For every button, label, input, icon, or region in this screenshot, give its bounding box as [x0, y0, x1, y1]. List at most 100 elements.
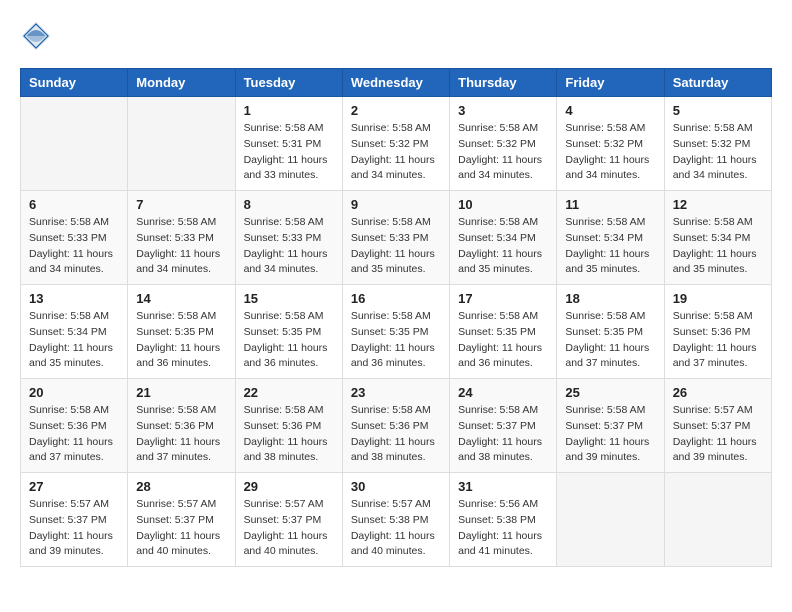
day-number: 29 — [244, 479, 334, 494]
day-number: 25 — [565, 385, 655, 400]
day-number: 9 — [351, 197, 441, 212]
logo — [20, 20, 56, 52]
day-info: Sunrise: 5:58 AM Sunset: 5:35 PM Dayligh… — [458, 309, 548, 372]
day-info: Sunrise: 5:57 AM Sunset: 5:37 PM Dayligh… — [136, 497, 226, 560]
calendar-day-cell — [21, 97, 128, 191]
calendar-day-cell — [664, 473, 771, 567]
calendar-day-cell — [557, 473, 664, 567]
calendar-weekday-header: Sunday — [21, 69, 128, 97]
day-info: Sunrise: 5:56 AM Sunset: 5:38 PM Dayligh… — [458, 497, 548, 560]
calendar-day-cell: 28 Sunrise: 5:57 AM Sunset: 5:37 PM Dayli… — [128, 473, 235, 567]
calendar-week-row: 20 Sunrise: 5:58 AM Sunset: 5:36 PM Dayli… — [21, 379, 772, 473]
calendar-day-cell: 15Sunrise: 5:58 AM Sunset: 5:35 PM Dayli… — [235, 285, 342, 379]
calendar-day-cell: 30Sunrise: 5:57 AM Sunset: 5:38 PM Dayli… — [342, 473, 449, 567]
day-number: 3 — [458, 103, 548, 118]
calendar-day-cell — [128, 97, 235, 191]
day-number: 5 — [673, 103, 763, 118]
day-info: Sunrise: 5:58 AM Sunset: 5:36 PM Dayligh… — [673, 309, 763, 372]
calendar-week-row: 27 Sunrise: 5:57 AM Sunset: 5:37 PM Dayli… — [21, 473, 772, 567]
day-info: Sunrise: 5:58 AM Sunset: 5:36 PM Dayligh… — [136, 403, 226, 466]
calendar-day-cell: 4Sunrise: 5:58 AM Sunset: 5:32 PM Daylig… — [557, 97, 664, 191]
day-info: Sunrise: 5:58 AM Sunset: 5:34 PM Dayligh… — [565, 215, 655, 278]
day-number: 2 — [351, 103, 441, 118]
calendar-day-cell: 14 Sunrise: 5:58 AM Sunset: 5:35 PM Dayli… — [128, 285, 235, 379]
day-info: Sunrise: 5:58 AM Sunset: 5:35 PM Dayligh… — [351, 309, 441, 372]
calendar-table: SundayMondayTuesdayWednesdayThursdayFrid… — [20, 68, 772, 567]
calendar-day-cell: 18 Sunrise: 5:58 AM Sunset: 5:35 PM Dayli… — [557, 285, 664, 379]
day-number: 11 — [565, 197, 655, 212]
page-header — [20, 20, 772, 52]
day-number: 27 — [29, 479, 119, 494]
day-info: Sunrise: 5:58 AM Sunset: 5:33 PM Dayligh… — [351, 215, 441, 278]
day-info: Sunrise: 5:58 AM Sunset: 5:37 PM Dayligh… — [458, 403, 548, 466]
day-number: 14 — [136, 291, 226, 306]
calendar-day-cell: 12 Sunrise: 5:58 AM Sunset: 5:34 PM Dayli… — [664, 191, 771, 285]
day-info: Sunrise: 5:58 AM Sunset: 5:33 PM Dayligh… — [244, 215, 334, 278]
calendar-week-row: 13 Sunrise: 5:58 AM Sunset: 5:34 PM Dayli… — [21, 285, 772, 379]
day-number: 13 — [29, 291, 119, 306]
day-info: Sunrise: 5:58 AM Sunset: 5:31 PM Dayligh… — [244, 121, 334, 184]
day-number: 17 — [458, 291, 548, 306]
calendar-day-cell: 20Sunrise: 5:58 AM Sunset: 5:36 PM Dayli… — [21, 379, 128, 473]
calendar-day-cell: 3Sunrise: 5:58 AM Sunset: 5:32 PM Daylig… — [450, 97, 557, 191]
day-number: 1 — [244, 103, 334, 118]
day-number: 20 — [29, 385, 119, 400]
calendar-day-cell: 22 Sunrise: 5:58 AM Sunset: 5:36 PM Dayli… — [235, 379, 342, 473]
calendar-day-cell: 19Sunrise: 5:58 AM Sunset: 5:36 PM Dayli… — [664, 285, 771, 379]
day-info: Sunrise: 5:58 AM Sunset: 5:36 PM Dayligh… — [351, 403, 441, 466]
day-number: 30 — [351, 479, 441, 494]
calendar-day-cell: 16 Sunrise: 5:58 AM Sunset: 5:35 PM Dayli… — [342, 285, 449, 379]
calendar-weekday-header: Thursday — [450, 69, 557, 97]
day-number: 24 — [458, 385, 548, 400]
day-number: 28 — [136, 479, 226, 494]
day-info: Sunrise: 5:57 AM Sunset: 5:37 PM Dayligh… — [244, 497, 334, 560]
day-info: Sunrise: 5:58 AM Sunset: 5:34 PM Dayligh… — [29, 309, 119, 372]
day-info: Sunrise: 5:58 AM Sunset: 5:37 PM Dayligh… — [565, 403, 655, 466]
day-info: Sunrise: 5:58 AM Sunset: 5:35 PM Dayligh… — [565, 309, 655, 372]
calendar-day-cell: 24 Sunrise: 5:58 AM Sunset: 5:37 PM Dayli… — [450, 379, 557, 473]
calendar-day-cell: 26 Sunrise: 5:57 AM Sunset: 5:37 PM Dayli… — [664, 379, 771, 473]
day-number: 15 — [244, 291, 334, 306]
calendar-day-cell: 13 Sunrise: 5:58 AM Sunset: 5:34 PM Dayli… — [21, 285, 128, 379]
day-number: 22 — [244, 385, 334, 400]
day-number: 12 — [673, 197, 763, 212]
calendar-weekday-header: Monday — [128, 69, 235, 97]
calendar-day-cell: 21 Sunrise: 5:58 AM Sunset: 5:36 PM Dayli… — [128, 379, 235, 473]
day-info: Sunrise: 5:58 AM Sunset: 5:32 PM Dayligh… — [673, 121, 763, 184]
day-info: Sunrise: 5:58 AM Sunset: 5:32 PM Dayligh… — [351, 121, 441, 184]
day-number: 16 — [351, 291, 441, 306]
calendar-header-row: SundayMondayTuesdayWednesdayThursdayFrid… — [21, 69, 772, 97]
calendar-weekday-header: Tuesday — [235, 69, 342, 97]
calendar-week-row: 1 Sunrise: 5:58 AM Sunset: 5:31 PM Daylig… — [21, 97, 772, 191]
calendar-day-cell: 23Sunrise: 5:58 AM Sunset: 5:36 PM Dayli… — [342, 379, 449, 473]
calendar-day-cell: 27Sunrise: 5:57 AM Sunset: 5:37 PM Dayli… — [21, 473, 128, 567]
logo-icon — [20, 20, 52, 52]
day-number: 8 — [244, 197, 334, 212]
day-info: Sunrise: 5:58 AM Sunset: 5:33 PM Dayligh… — [29, 215, 119, 278]
day-number: 26 — [673, 385, 763, 400]
calendar-day-cell: 29 Sunrise: 5:57 AM Sunset: 5:37 PM Dayli… — [235, 473, 342, 567]
day-number: 21 — [136, 385, 226, 400]
day-number: 18 — [565, 291, 655, 306]
day-info: Sunrise: 5:58 AM Sunset: 5:34 PM Dayligh… — [673, 215, 763, 278]
day-number: 4 — [565, 103, 655, 118]
day-number: 6 — [29, 197, 119, 212]
day-number: 31 — [458, 479, 548, 494]
calendar-day-cell: 10Sunrise: 5:58 AM Sunset: 5:34 PM Dayli… — [450, 191, 557, 285]
calendar-day-cell: 6 Sunrise: 5:58 AM Sunset: 5:33 PM Daylig… — [21, 191, 128, 285]
day-info: Sunrise: 5:58 AM Sunset: 5:35 PM Dayligh… — [136, 309, 226, 372]
calendar-day-cell: 11 Sunrise: 5:58 AM Sunset: 5:34 PM Dayli… — [557, 191, 664, 285]
calendar-day-cell: 25 Sunrise: 5:58 AM Sunset: 5:37 PM Dayli… — [557, 379, 664, 473]
calendar-weekday-header: Wednesday — [342, 69, 449, 97]
calendar-day-cell: 8 Sunrise: 5:58 AM Sunset: 5:33 PM Daylig… — [235, 191, 342, 285]
day-info: Sunrise: 5:57 AM Sunset: 5:37 PM Dayligh… — [673, 403, 763, 466]
calendar-day-cell: 1 Sunrise: 5:58 AM Sunset: 5:31 PM Daylig… — [235, 97, 342, 191]
day-info: Sunrise: 5:58 AM Sunset: 5:33 PM Dayligh… — [136, 215, 226, 278]
calendar-weekday-header: Friday — [557, 69, 664, 97]
calendar-day-cell: 2 Sunrise: 5:58 AM Sunset: 5:32 PM Daylig… — [342, 97, 449, 191]
calendar-day-cell: 31 Sunrise: 5:56 AM Sunset: 5:38 PM Dayli… — [450, 473, 557, 567]
day-number: 7 — [136, 197, 226, 212]
calendar-day-cell: 5 Sunrise: 5:58 AM Sunset: 5:32 PM Daylig… — [664, 97, 771, 191]
day-info: Sunrise: 5:58 AM Sunset: 5:36 PM Dayligh… — [244, 403, 334, 466]
day-info: Sunrise: 5:58 AM Sunset: 5:34 PM Dayligh… — [458, 215, 548, 278]
